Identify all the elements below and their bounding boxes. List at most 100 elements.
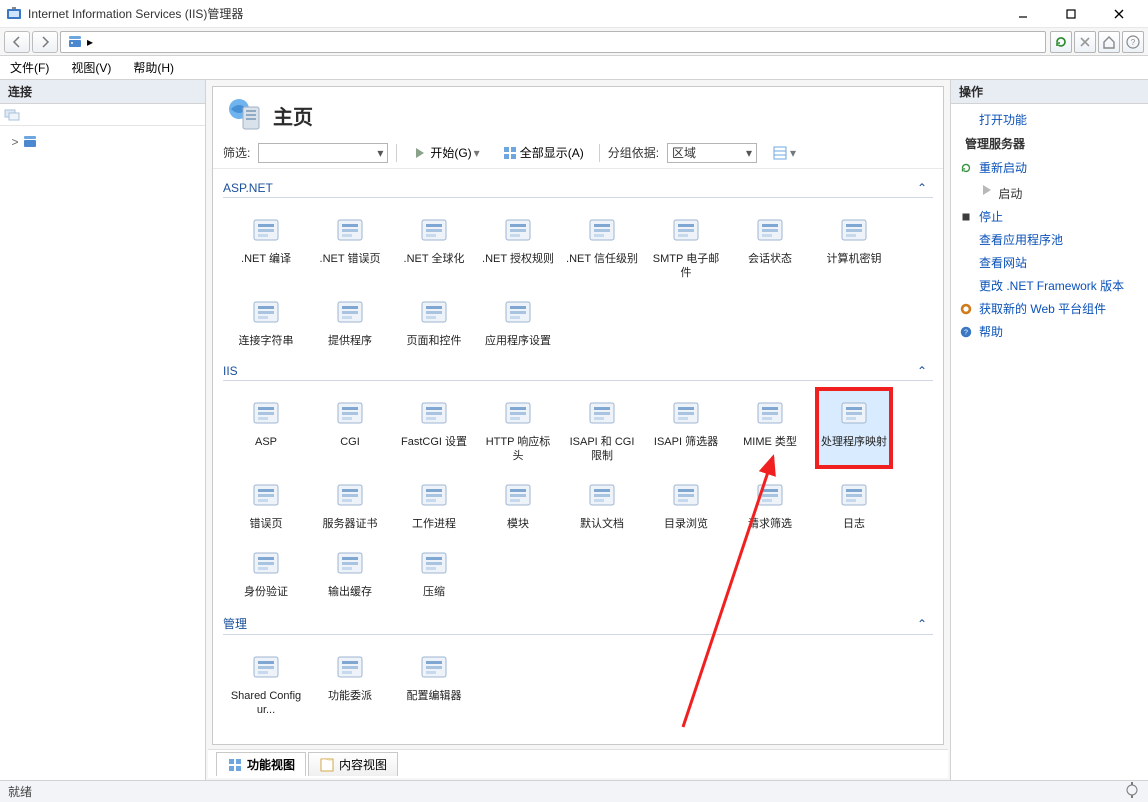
feature-item[interactable]: 身份验证	[229, 539, 303, 603]
feature-item[interactable]: ISAPI 和 CGI 限制	[565, 389, 639, 467]
tree-root-node[interactable]: >	[4, 132, 201, 152]
address-field[interactable]: ▸	[60, 31, 1046, 53]
feature-item[interactable]: 功能委派	[313, 643, 387, 721]
close-button[interactable]	[1096, 3, 1142, 25]
action-view-sites[interactable]: 查看网站	[959, 253, 1140, 272]
feature-item[interactable]: .NET 授权规则	[481, 206, 555, 284]
group-title-aspnet: ASP.NET	[223, 181, 273, 195]
feature-item[interactable]: ISAPI 筛选器	[649, 389, 723, 467]
collapse-icon[interactable]: ⌃	[917, 364, 933, 378]
page-title: 主页	[213, 87, 943, 137]
feature-item[interactable]: 压缩	[397, 539, 471, 603]
feature-item[interactable]: 服务器证书	[313, 471, 387, 535]
feature-label: 应用程序设置	[485, 334, 551, 348]
feature-item[interactable]: 默认文档	[565, 471, 639, 535]
feature-item[interactable]: .NET 信任级别	[565, 206, 639, 284]
group-header-management[interactable]: 管理 ⌃	[223, 603, 933, 635]
feature-label: 请求筛选	[748, 517, 792, 531]
action-start[interactable]: 启动	[959, 181, 1140, 203]
group-header-iis[interactable]: IIS ⌃	[223, 352, 933, 381]
menu-help[interactable]: 帮助(H)	[127, 57, 180, 78]
feature-item[interactable]: 模块	[481, 471, 555, 535]
home-icon[interactable]	[1098, 31, 1120, 53]
feature-label: 处理程序映射	[821, 435, 887, 449]
feature-item[interactable]: HTTP 响应标头	[481, 389, 555, 467]
nav-back-button[interactable]	[4, 31, 30, 53]
feature-item[interactable]: ASP	[229, 389, 303, 467]
feature-label: .NET 信任级别	[566, 252, 638, 266]
feature-label: 提供程序	[328, 334, 372, 348]
connections-pane: 连接 >	[0, 80, 206, 780]
filter-dropdown[interactable]: ▾	[258, 143, 388, 163]
action-restart[interactable]: 重新启动	[959, 158, 1140, 177]
feature-label: 压缩	[423, 585, 445, 599]
minimize-button[interactable]	[1000, 3, 1046, 25]
feature-item[interactable]: .NET 全球化	[397, 206, 471, 284]
stop-icon[interactable]	[1074, 31, 1096, 53]
feature-item[interactable]: .NET 错误页	[313, 206, 387, 284]
group-header-aspnet[interactable]: ASP.NET ⌃	[223, 169, 933, 198]
feature-item[interactable]: 请求筛选	[733, 471, 807, 535]
action-open-feature[interactable]: 打开功能	[959, 110, 1140, 129]
connection-tool-icon[interactable]	[4, 107, 20, 123]
collapse-icon[interactable]: ⌃	[917, 181, 933, 195]
feature-item[interactable]: MIME 类型	[733, 389, 807, 467]
feature-icon	[666, 393, 706, 433]
nav-forward-button[interactable]	[32, 31, 58, 53]
feature-icon	[498, 475, 538, 515]
feature-icon	[498, 210, 538, 250]
feature-label: 目录浏览	[664, 517, 708, 531]
window-title: Internet Information Services (IIS)管理器	[28, 5, 1000, 22]
feature-item[interactable]: FastCGI 设置	[397, 389, 471, 467]
feature-item[interactable]: 配置编辑器	[397, 643, 471, 721]
actions-pane: 操作 打开功能 管理服务器 重新启动 启动 停止 查看应用程序池 查看网站	[950, 80, 1148, 780]
feature-item[interactable]: SMTP 电子邮件	[649, 206, 723, 284]
connections-toolbar	[0, 104, 205, 126]
action-view-apppools[interactable]: 查看应用程序池	[959, 230, 1140, 249]
feature-item[interactable]: 处理程序映射	[817, 389, 891, 467]
action-web-platform[interactable]: 获取新的 Web 平台组件	[959, 299, 1140, 318]
feature-item[interactable]: 页面和控件	[397, 288, 471, 352]
feature-icon	[750, 210, 790, 250]
groupby-dropdown[interactable]: 区域 ▾	[667, 143, 757, 163]
feature-item[interactable]: 应用程序设置	[481, 288, 555, 352]
feature-item[interactable]: 日志	[817, 471, 891, 535]
view-mode-button[interactable]: ▾	[765, 142, 803, 164]
feature-scroll-area[interactable]: ASP.NET ⌃ .NET 编译.NET 错误页.NET 全球化.NET 授权…	[213, 169, 943, 744]
feature-item[interactable]: Shared Configur...	[229, 643, 303, 721]
maximize-button[interactable]	[1048, 3, 1094, 25]
chevron-down-icon: ▾	[790, 146, 796, 160]
feature-item[interactable]: 输出缓存	[313, 539, 387, 603]
group-management-grid: Shared Configur...功能委派配置编辑器	[223, 635, 933, 721]
feature-icon	[246, 393, 286, 433]
feature-item[interactable]: 提供程序	[313, 288, 387, 352]
start-button[interactable]: 开始(G) ▾	[405, 141, 486, 164]
collapse-icon[interactable]: ⌃	[917, 617, 933, 631]
feature-icon	[582, 393, 622, 433]
separator	[599, 144, 600, 162]
feature-item[interactable]: 会话状态	[733, 206, 807, 284]
tab-feature-label: 功能视图	[247, 756, 295, 773]
tab-content-view[interactable]: 内容视图	[308, 752, 398, 776]
showall-button[interactable]: 全部显示(A)	[495, 141, 591, 164]
action-stop[interactable]: 停止	[959, 207, 1140, 226]
feature-icon	[834, 210, 874, 250]
groupby-value: 区域	[672, 144, 696, 161]
menu-file[interactable]: 文件(F)	[4, 57, 55, 78]
feature-item[interactable]: 连接字符串	[229, 288, 303, 352]
feature-item[interactable]: 工作进程	[397, 471, 471, 535]
caret-icon[interactable]: >	[8, 135, 22, 149]
action-help[interactable]: ? 帮助	[959, 322, 1140, 341]
action-change-framework[interactable]: 更改 .NET Framework 版本	[959, 276, 1140, 295]
refresh-icon[interactable]	[1050, 31, 1072, 53]
feature-item[interactable]: .NET 编译	[229, 206, 303, 284]
feature-item[interactable]: 目录浏览	[649, 471, 723, 535]
menu-view[interactable]: 视图(V)	[65, 57, 117, 78]
feature-item[interactable]: 错误页	[229, 471, 303, 535]
tab-feature-view[interactable]: 功能视图	[216, 752, 306, 776]
feature-item[interactable]: CGI	[313, 389, 387, 467]
connections-tree[interactable]: >	[0, 126, 205, 780]
help-icon[interactable]: ?	[1122, 31, 1144, 53]
feature-item[interactable]: 计算机密钥	[817, 206, 891, 284]
feature-icon	[582, 475, 622, 515]
